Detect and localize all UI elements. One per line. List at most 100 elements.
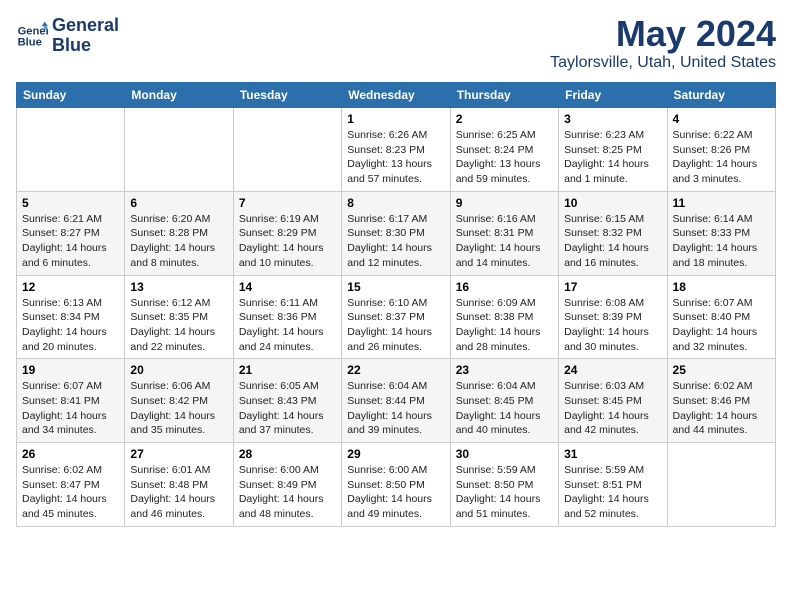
- day-number: 7: [239, 196, 336, 210]
- day-number: 1: [347, 112, 444, 126]
- calendar-cell: 22Sunrise: 6:04 AM Sunset: 8:44 PM Dayli…: [342, 359, 450, 443]
- day-info: Sunrise: 6:07 AM Sunset: 8:40 PM Dayligh…: [673, 296, 770, 355]
- day-number: 5: [22, 196, 119, 210]
- calendar-cell: 23Sunrise: 6:04 AM Sunset: 8:45 PM Dayli…: [450, 359, 558, 443]
- calendar-cell: 12 Sunrise: 6:13 AM Sunset: 8:34 PM Dayli…: [17, 275, 125, 359]
- day-number: 12: [22, 280, 119, 294]
- calendar-cell: 18 Sunrise: 6:07 AM Sunset: 8:40 PM Dayli…: [667, 275, 775, 359]
- day-number: 17: [564, 280, 661, 294]
- day-number: 19: [22, 363, 119, 377]
- day-number: 28: [239, 447, 336, 461]
- day-info: Sunrise: 6:22 AM Sunset: 8:26 PM Dayligh…: [673, 128, 770, 187]
- day-info: Sunrise: 5:59 AM Sunset: 8:51 PM Dayligh…: [564, 463, 661, 522]
- day-number: 24: [564, 363, 661, 377]
- weekday-header-tuesday: Tuesday: [233, 83, 341, 108]
- day-info: Sunrise: 6:15 AM Sunset: 8:32 PM Dayligh…: [564, 212, 661, 271]
- day-info: Sunrise: 6:00 AM Sunset: 8:49 PM Dayligh…: [239, 463, 336, 522]
- logo-text-line2: Blue: [52, 36, 119, 56]
- calendar-week-1: 1 Sunrise: 6:26 AM Sunset: 8:23 PM Daylig…: [17, 108, 776, 192]
- day-info: Sunrise: 6:01 AM Sunset: 8:48 PM Dayligh…: [130, 463, 227, 522]
- location-subtitle: Taylorsville, Utah, United States: [550, 54, 776, 72]
- day-number: 13: [130, 280, 227, 294]
- day-info: Sunrise: 6:10 AM Sunset: 8:37 PM Dayligh…: [347, 296, 444, 355]
- day-info: Sunrise: 6:08 AM Sunset: 8:39 PM Dayligh…: [564, 296, 661, 355]
- weekday-header-thursday: Thursday: [450, 83, 558, 108]
- day-info: Sunrise: 6:26 AM Sunset: 8:23 PM Dayligh…: [347, 128, 444, 187]
- calendar-cell: 7Sunrise: 6:19 AM Sunset: 8:29 PM Daylig…: [233, 191, 341, 275]
- calendar-cell: [125, 108, 233, 192]
- day-number: 2: [456, 112, 553, 126]
- title-block: May 2024 Taylorsville, Utah, United Stat…: [550, 16, 776, 72]
- calendar-cell: 21 Sunrise: 6:05 AM Sunset: 8:43 PM Dayli…: [233, 359, 341, 443]
- calendar-cell: 14 Sunrise: 6:11 AM Sunset: 8:36 PM Dayli…: [233, 275, 341, 359]
- calendar-cell: 25Sunrise: 6:02 AM Sunset: 8:46 PM Dayli…: [667, 359, 775, 443]
- calendar-cell: 19 Sunrise: 6:07 AM Sunset: 8:41 PM Dayli…: [17, 359, 125, 443]
- day-info: Sunrise: 6:14 AM Sunset: 8:33 PM Dayligh…: [673, 212, 770, 271]
- day-info: Sunrise: 6:07 AM Sunset: 8:41 PM Dayligh…: [22, 379, 119, 438]
- month-year-title: May 2024: [550, 16, 776, 52]
- day-info: Sunrise: 6:13 AM Sunset: 8:34 PM Dayligh…: [22, 296, 119, 355]
- calendar-cell: 17 Sunrise: 6:08 AM Sunset: 8:39 PM Dayli…: [559, 275, 667, 359]
- calendar-week-5: 26Sunrise: 6:02 AM Sunset: 8:47 PM Dayli…: [17, 443, 776, 527]
- day-number: 16: [456, 280, 553, 294]
- calendar-cell: 15 Sunrise: 6:10 AM Sunset: 8:37 PM Dayli…: [342, 275, 450, 359]
- day-info: Sunrise: 5:59 AM Sunset: 8:50 PM Dayligh…: [456, 463, 553, 522]
- day-number: 9: [456, 196, 553, 210]
- calendar-cell: 13 Sunrise: 6:12 AM Sunset: 8:35 PM Dayli…: [125, 275, 233, 359]
- day-number: 23: [456, 363, 553, 377]
- day-number: 25: [673, 363, 770, 377]
- day-info: Sunrise: 6:05 AM Sunset: 8:43 PM Dayligh…: [239, 379, 336, 438]
- logo-text-line1: General: [52, 16, 119, 36]
- calendar-cell: 6 Sunrise: 6:20 AM Sunset: 8:28 PM Daylig…: [125, 191, 233, 275]
- day-number: 14: [239, 280, 336, 294]
- day-number: 20: [130, 363, 227, 377]
- calendar-week-3: 12 Sunrise: 6:13 AM Sunset: 8:34 PM Dayli…: [17, 275, 776, 359]
- calendar-week-2: 5 Sunrise: 6:21 AM Sunset: 8:27 PM Daylig…: [17, 191, 776, 275]
- calendar-cell: 10 Sunrise: 6:15 AM Sunset: 8:32 PM Dayli…: [559, 191, 667, 275]
- day-info: Sunrise: 6:12 AM Sunset: 8:35 PM Dayligh…: [130, 296, 227, 355]
- day-number: 11: [673, 196, 770, 210]
- calendar-cell: 29 Sunrise: 6:00 AM Sunset: 8:50 PM Dayli…: [342, 443, 450, 527]
- day-number: 8: [347, 196, 444, 210]
- day-info: Sunrise: 6:02 AM Sunset: 8:47 PM Dayligh…: [22, 463, 119, 522]
- calendar-cell: 2 Sunrise: 6:25 AM Sunset: 8:24 PM Daylig…: [450, 108, 558, 192]
- day-number: 10: [564, 196, 661, 210]
- day-info: Sunrise: 6:00 AM Sunset: 8:50 PM Dayligh…: [347, 463, 444, 522]
- weekday-header-wednesday: Wednesday: [342, 83, 450, 108]
- calendar-table: SundayMondayTuesdayWednesdayThursdayFrid…: [16, 82, 776, 527]
- day-number: 4: [673, 112, 770, 126]
- calendar-cell: 31Sunrise: 5:59 AM Sunset: 8:51 PM Dayli…: [559, 443, 667, 527]
- day-number: 21: [239, 363, 336, 377]
- weekday-header-sunday: Sunday: [17, 83, 125, 108]
- day-info: Sunrise: 6:04 AM Sunset: 8:44 PM Dayligh…: [347, 379, 444, 438]
- calendar-cell: [667, 443, 775, 527]
- day-number: 27: [130, 447, 227, 461]
- day-number: 15: [347, 280, 444, 294]
- day-number: 6: [130, 196, 227, 210]
- calendar-cell: 28 Sunrise: 6:00 AM Sunset: 8:49 PM Dayli…: [233, 443, 341, 527]
- day-info: Sunrise: 6:03 AM Sunset: 8:45 PM Dayligh…: [564, 379, 661, 438]
- day-number: 29: [347, 447, 444, 461]
- svg-text:Blue: Blue: [18, 36, 42, 48]
- calendar-cell: 4 Sunrise: 6:22 AM Sunset: 8:26 PM Daylig…: [667, 108, 775, 192]
- calendar-cell: 5 Sunrise: 6:21 AM Sunset: 8:27 PM Daylig…: [17, 191, 125, 275]
- day-info: Sunrise: 6:09 AM Sunset: 8:38 PM Dayligh…: [456, 296, 553, 355]
- weekday-header-saturday: Saturday: [667, 83, 775, 108]
- logo-icon: General Blue: [16, 20, 48, 52]
- calendar-cell: 30Sunrise: 5:59 AM Sunset: 8:50 PM Dayli…: [450, 443, 558, 527]
- day-info: Sunrise: 6:23 AM Sunset: 8:25 PM Dayligh…: [564, 128, 661, 187]
- page-header: General Blue General Blue May 2024 Taylo…: [16, 16, 776, 72]
- day-info: Sunrise: 6:20 AM Sunset: 8:28 PM Dayligh…: [130, 212, 227, 271]
- day-info: Sunrise: 6:21 AM Sunset: 8:27 PM Dayligh…: [22, 212, 119, 271]
- calendar-cell: [17, 108, 125, 192]
- calendar-cell: 1 Sunrise: 6:26 AM Sunset: 8:23 PM Daylig…: [342, 108, 450, 192]
- day-number: 3: [564, 112, 661, 126]
- day-info: Sunrise: 6:25 AM Sunset: 8:24 PM Dayligh…: [456, 128, 553, 187]
- weekday-header-friday: Friday: [559, 83, 667, 108]
- day-info: Sunrise: 6:11 AM Sunset: 8:36 PM Dayligh…: [239, 296, 336, 355]
- day-info: Sunrise: 6:17 AM Sunset: 8:30 PM Dayligh…: [347, 212, 444, 271]
- day-info: Sunrise: 6:06 AM Sunset: 8:42 PM Dayligh…: [130, 379, 227, 438]
- day-number: 18: [673, 280, 770, 294]
- calendar-week-4: 19 Sunrise: 6:07 AM Sunset: 8:41 PM Dayli…: [17, 359, 776, 443]
- calendar-cell: 11 Sunrise: 6:14 AM Sunset: 8:33 PM Dayli…: [667, 191, 775, 275]
